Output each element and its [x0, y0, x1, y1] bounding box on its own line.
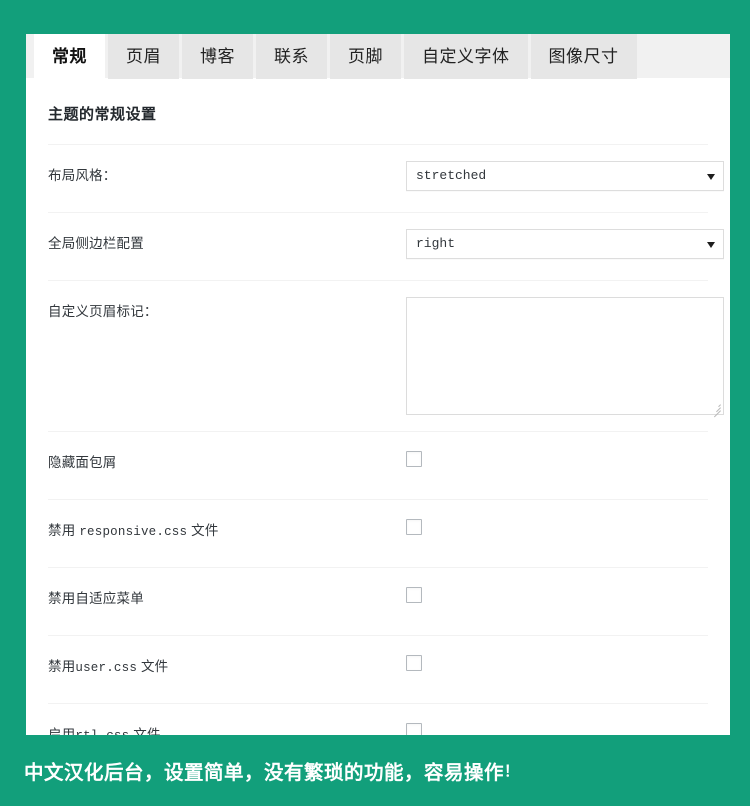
label-part-filename: user.css	[75, 661, 138, 675]
label-part-post: 文件	[129, 727, 161, 735]
label-part-pre: 禁用	[48, 523, 80, 538]
tab-blog[interactable]: 博客	[182, 34, 253, 79]
select-layout-style[interactable]: stretched	[406, 161, 724, 191]
control-disable-responsive-menu	[406, 584, 708, 603]
control-enable-rtl-css	[406, 720, 708, 735]
checkbox-disable-responsive-menu[interactable]	[406, 587, 422, 603]
textarea-custom-header-markup[interactable]	[406, 297, 724, 418]
form-row-layout-style: 布局风格： stretched	[48, 144, 724, 212]
label-part-pre: 禁用	[48, 659, 76, 674]
label-part-post: 文件	[187, 523, 219, 538]
label-disable-user-css: 禁用user.css 文件	[48, 652, 406, 678]
control-disable-responsive-css	[406, 516, 708, 535]
label-part-post: 文件	[137, 659, 169, 674]
label-layout-style: 布局风格：	[48, 168, 117, 183]
resize-handle-icon[interactable]	[711, 402, 721, 418]
admin-settings-card: 常规 页眉 博客 联系 页脚 自定义字体 图像尺寸 主题的常规设置 布局风格： …	[26, 34, 730, 735]
promo-caption: 中文汉化后台，设置简单，没有繁琐的功能，容易操作！	[0, 735, 750, 806]
chevron-down-icon	[707, 174, 715, 180]
settings-tab-bar: 常规 页眉 博客 联系 页脚 自定义字体 图像尺寸	[26, 34, 730, 79]
panel-title: 主题的常规设置	[48, 106, 157, 123]
select-layout-style-value: stretched	[416, 168, 487, 183]
label-sidebar-config: 全局侧边栏配置	[48, 236, 144, 251]
promo-caption-bang: ！	[504, 763, 520, 780]
tab-general[interactable]: 常规	[34, 34, 105, 79]
select-sidebar-config-value: right	[416, 236, 456, 251]
control-custom-header-markup	[406, 297, 724, 418]
control-sidebar-config: right	[406, 229, 724, 259]
tab-image-sizes[interactable]: 图像尺寸	[530, 34, 637, 79]
control-disable-user-css	[406, 652, 708, 671]
chevron-down-icon	[707, 242, 715, 248]
promo-caption-text: 中文汉化后台，设置简单，没有繁琐的功能，容易操作	[24, 762, 505, 784]
general-settings-panel: 主题的常规设置 布局风格： stretched 全局侧边栏配置 right 自定…	[26, 79, 730, 735]
label-part-pre: 启用	[48, 727, 76, 735]
form-row-custom-header-markup: 自定义页眉标记：	[48, 280, 724, 431]
tab-header[interactable]: 页眉	[108, 34, 179, 79]
label-disable-responsive-css: 禁用 responsive.css 文件	[48, 516, 406, 542]
form-row-disable-responsive-css: 禁用 responsive.css 文件	[48, 499, 708, 567]
label-custom-header-markup: 自定义页眉标记：	[48, 304, 158, 319]
label-part-filename: responsive.css	[79, 525, 188, 539]
checkbox-disable-responsive-css[interactable]	[406, 519, 422, 535]
tab-footer[interactable]: 页脚	[330, 34, 401, 79]
form-row-enable-rtl-css: 启用rtl.css 文件	[48, 703, 708, 735]
form-row-sidebar-config: 全局侧边栏配置 right	[48, 212, 724, 280]
form-row-disable-responsive-menu: 禁用自适应菜单	[48, 567, 708, 635]
form-row-hide-breadcrumbs: 隐藏面包屑	[48, 431, 708, 499]
label-enable-rtl-css: 启用rtl.css 文件	[48, 720, 406, 735]
tab-custom-fonts[interactable]: 自定义字体	[404, 34, 528, 79]
green-frame: 常规 页眉 博客 联系 页脚 自定义字体 图像尺寸 主题的常规设置 布局风格： …	[0, 0, 750, 806]
control-hide-breadcrumbs	[406, 448, 708, 467]
tab-contact[interactable]: 联系	[256, 34, 327, 79]
checkbox-hide-breadcrumbs[interactable]	[406, 451, 422, 467]
label-disable-responsive-menu: 禁用自适应菜单	[48, 591, 144, 606]
control-layout-style: stretched	[406, 161, 724, 191]
form-row-disable-user-css: 禁用user.css 文件	[48, 635, 708, 703]
select-sidebar-config[interactable]: right	[406, 229, 724, 259]
checkbox-enable-rtl-css[interactable]	[406, 723, 422, 735]
checkbox-disable-user-css[interactable]	[406, 655, 422, 671]
label-hide-breadcrumbs: 隐藏面包屑	[48, 455, 117, 470]
